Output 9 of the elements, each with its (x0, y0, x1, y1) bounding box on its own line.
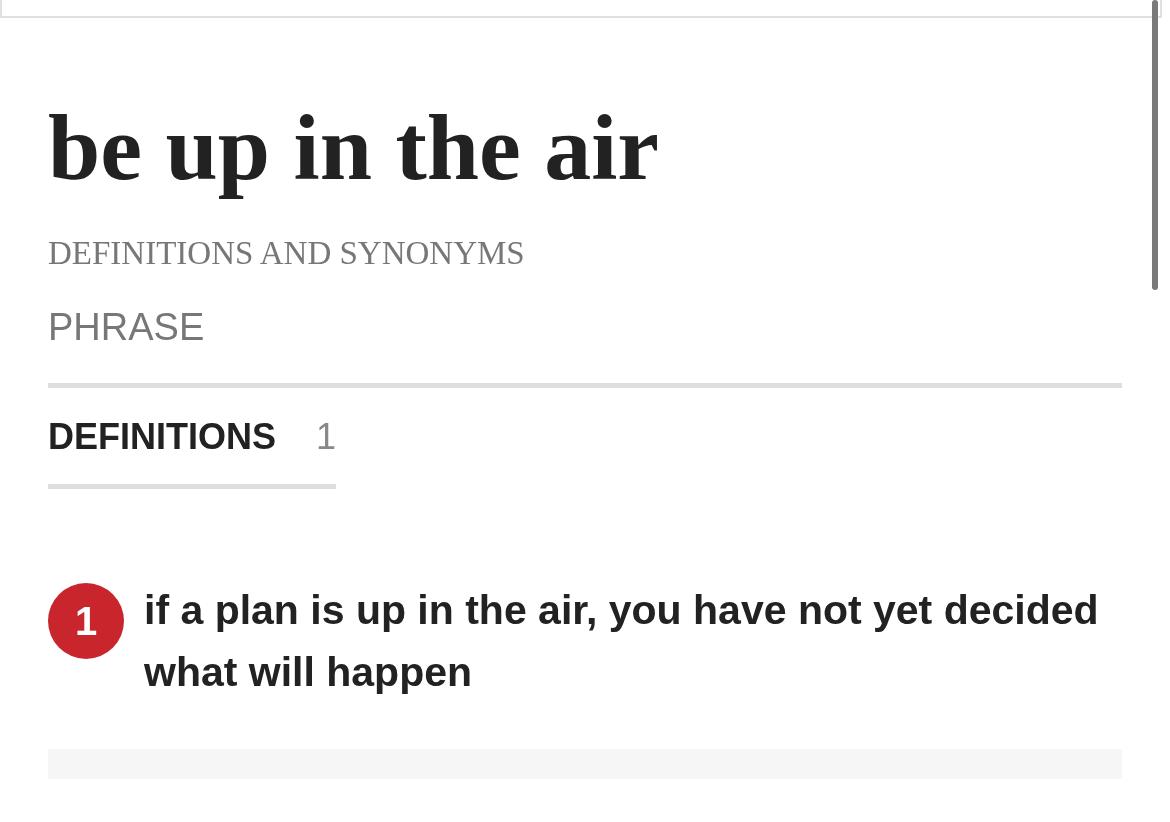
definitions-tab[interactable]: DEFINITIONS 1 (48, 388, 337, 490)
subtitle: DEFINITIONS AND SYNONYMS (48, 235, 526, 273)
tab-label: DEFINITIONS (48, 416, 276, 459)
scrollbar[interactable] (1152, 0, 1158, 290)
number-badge: 1 (48, 583, 124, 660)
tab-count: 1 (316, 416, 337, 459)
headword: be up in the air (48, 96, 661, 200)
part-of-speech: PHRASE (48, 306, 206, 350)
definition-text: if a plan is up in the air, you have not yet decided what will happen (144, 586, 1100, 698)
